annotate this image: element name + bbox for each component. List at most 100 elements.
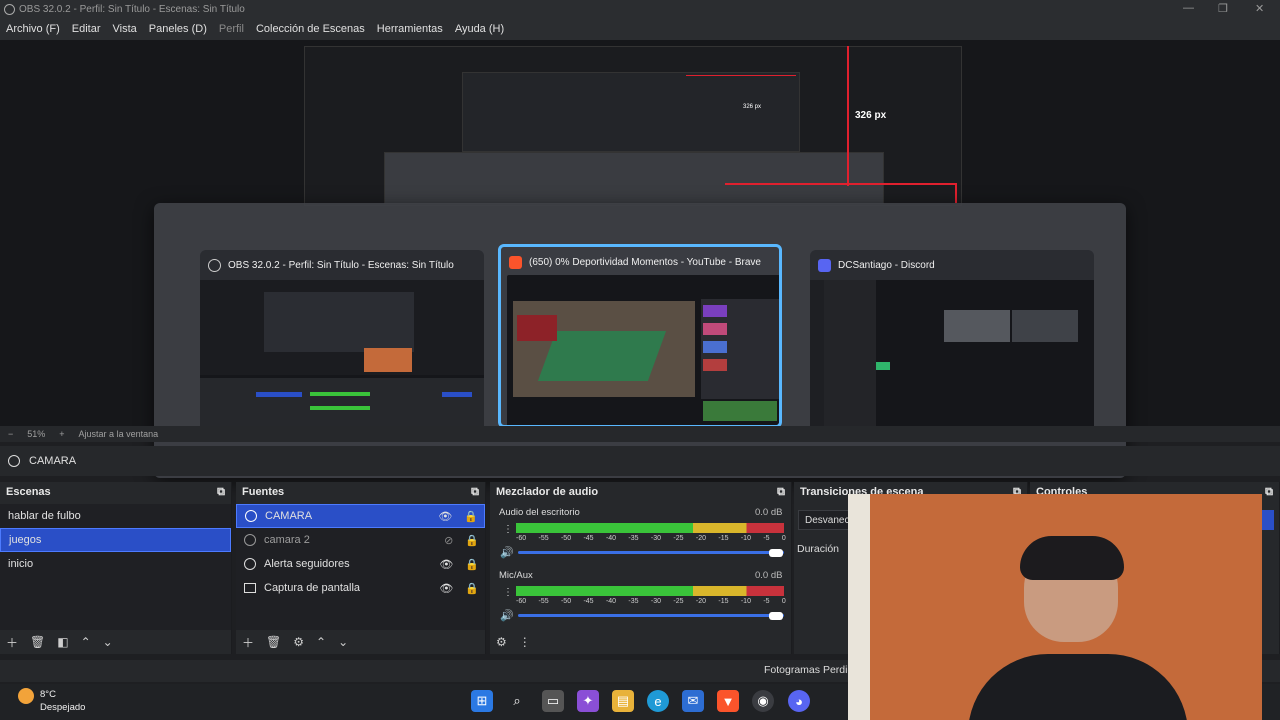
menu-herramientas[interactable]: Herramientas <box>377 23 443 35</box>
channel-name: Mic/Aux <box>499 570 533 581</box>
volume-meter <box>516 586 784 596</box>
scene-item[interactable]: juegos <box>0 528 231 552</box>
move-up-button[interactable]: ⌃ <box>316 635 326 649</box>
webcam-overlay <box>848 494 1262 720</box>
source-item[interactable]: CAMARA 👁 🔒 <box>236 504 485 528</box>
mixer-menu-icon[interactable]: ⋮ <box>519 635 531 649</box>
undock-icon[interactable]: ⧉ <box>471 486 479 499</box>
lock-icon[interactable]: 🔒 <box>465 582 479 595</box>
preview-status-strip: − 51% + Ajustar a la ventana <box>0 426 1280 442</box>
audio-mixer-title: Mezclador de audio <box>496 486 599 498</box>
mail-icon[interactable]: ✉ <box>682 690 704 712</box>
menu-editar[interactable]: Editar <box>72 23 101 35</box>
scene-filter-button[interactable]: ◧ <box>57 635 68 649</box>
start-menu-icon[interactable]: ⊞ <box>471 690 493 712</box>
window-thumbnail <box>200 280 484 430</box>
lock-icon[interactable]: 🔒 <box>464 510 478 523</box>
menu-ayuda[interactable]: Ayuda (H) <box>455 23 504 35</box>
meter-scale: -60 -55 -50 -45 -40 -35 -30 -25 -20 -15 -10 -5 0 <box>516 535 786 542</box>
copilot-icon[interactable]: ✦ <box>577 690 599 712</box>
visibility-eye-icon[interactable]: 👁 <box>439 582 453 595</box>
discord-taskbar-icon[interactable]: ◕ <box>788 690 810 712</box>
fit-window-label[interactable]: Ajustar a la ventana <box>79 429 159 439</box>
brave-taskbar-icon[interactable]: ▼ <box>717 690 739 712</box>
title-bar: OBS 32.0.2 - Perfil: Sin Título - Escena… <box>0 0 1280 18</box>
camera-source-icon <box>245 510 257 522</box>
lock-icon[interactable]: 🔒 <box>465 558 479 571</box>
switcher-card-title: OBS 32.0.2 - Perfil: Sin Título - Escena… <box>228 259 454 271</box>
px-measure-label-small: 326 px <box>743 104 762 110</box>
weather-temp: 8°C <box>40 689 56 700</box>
edge-icon[interactable]: e <box>647 690 669 712</box>
task-view-icon[interactable]: ▭ <box>542 690 564 712</box>
move-up-button[interactable]: ⌃ <box>81 635 91 649</box>
camera-source-icon <box>244 534 256 546</box>
switcher-card-title: DCSantiago - Discord <box>838 259 935 271</box>
switcher-card-obs[interactable]: OBS 32.0.2 - Perfil: Sin Título - Escena… <box>200 250 484 434</box>
zoom-in-button[interactable]: + <box>59 429 64 439</box>
channel-db: 0.0 dB <box>755 570 783 581</box>
red-guide-horizontal <box>725 183 957 185</box>
obs-icon <box>208 258 221 272</box>
obs-taskbar-icon[interactable]: ◉ <box>752 690 774 712</box>
meter-scale: -60 -55 -50 -45 -40 -35 -30 -25 -20 -15 -10 -5 0 <box>516 598 786 605</box>
menu-perfil[interactable]: Perfil <box>219 23 244 35</box>
volume-slider[interactable] <box>518 614 784 617</box>
switcher-card-discord[interactable]: DCSantiago - Discord <box>810 250 1094 434</box>
menu-archivo[interactable]: Archivo (F) <box>6 23 60 35</box>
visibility-hidden-icon[interactable]: ⊘ <box>444 534 453 547</box>
undock-icon[interactable]: ⧉ <box>217 486 225 499</box>
px-measure-label: 326 px <box>855 110 887 121</box>
source-item[interactable]: Captura de pantalla 👁 🔒 <box>236 576 485 600</box>
switcher-card-title: (650) 0% Deportividad Momentos - YouTube… <box>529 256 761 268</box>
browser-source-icon <box>244 558 256 570</box>
weather-icon[interactable] <box>18 688 34 704</box>
move-down-button[interactable]: ⌄ <box>338 635 348 649</box>
visibility-eye-icon[interactable]: 👁 <box>439 558 453 571</box>
scenes-dock: Escenas ⧉ hablar de fulbo juegos inicio ＋… <box>0 482 232 654</box>
source-properties-button[interactable]: ⚙ <box>293 635 304 649</box>
menu-vista[interactable]: Vista <box>113 23 137 35</box>
file-explorer-icon[interactable]: ▤ <box>612 690 634 712</box>
speaker-icon[interactable]: 🔊 <box>500 546 514 559</box>
sources-dock: Fuentes ⧉ CAMARA 👁 🔒 camara 2 ⊘ 🔒 Alerta … <box>236 482 486 654</box>
channel-menu-icon[interactable]: ⋮ <box>503 587 513 598</box>
search-icon[interactable]: ⌕ <box>506 690 528 712</box>
add-scene-button[interactable]: ＋ <box>6 634 18 651</box>
menu-coleccion-escenas[interactable]: Colección de Escenas <box>256 23 365 35</box>
window-thumbnail <box>507 275 779 425</box>
undock-icon[interactable]: ⧉ <box>777 486 785 499</box>
volume-slider-knob[interactable] <box>769 549 783 557</box>
visibility-eye-icon[interactable]: 👁 <box>438 510 452 523</box>
channel-menu-icon[interactable]: ⋮ <box>503 524 513 535</box>
menu-paneles[interactable]: Paneles (D) <box>149 23 207 35</box>
undock-icon[interactable]: ⧉ <box>1265 486 1273 499</box>
move-down-button[interactable]: ⌄ <box>103 635 113 649</box>
zoom-level: 51% <box>27 429 46 439</box>
remove-source-button[interactable]: 🗑 <box>266 635 281 649</box>
scene-item[interactable]: hablar de fulbo <box>0 504 231 528</box>
lock-icon[interactable]: 🔒 <box>465 534 479 547</box>
remove-scene-button[interactable]: 🗑 <box>30 635 45 649</box>
volume-slider[interactable] <box>518 551 784 554</box>
sources-list: CAMARA 👁 🔒 camara 2 ⊘ 🔒 Alerta seguidore… <box>236 504 485 630</box>
volume-slider-knob[interactable] <box>769 612 783 620</box>
dropped-frames-label: Fotogramas Perdidos <box>764 664 848 676</box>
zoom-out-button[interactable]: − <box>8 429 13 439</box>
switcher-card-brave[interactable]: (650) 0% Deportividad Momentos - YouTube… <box>498 244 782 428</box>
red-guide-small <box>686 75 796 76</box>
window-thumbnail <box>810 280 1094 430</box>
nested-switcher <box>384 152 884 204</box>
scene-item[interactable]: inicio <box>0 552 231 576</box>
speaker-icon[interactable]: 🔊 <box>500 609 514 622</box>
add-source-button[interactable]: ＋ <box>242 634 254 651</box>
start-streaming-button[interactable] <box>1262 510 1274 530</box>
active-source-label: CAMARA <box>29 455 77 467</box>
close-button[interactable]: ✕ <box>1255 2 1264 15</box>
source-item[interactable]: Alerta seguidores 👁 🔒 <box>236 552 485 576</box>
volume-meter <box>516 523 784 533</box>
minimize-button[interactable]: — <box>1183 2 1194 14</box>
advanced-audio-icon[interactable]: ⚙ <box>496 635 507 649</box>
source-item[interactable]: camara 2 ⊘ 🔒 <box>236 528 485 552</box>
maximize-button[interactable]: ❐ <box>1218 2 1228 15</box>
